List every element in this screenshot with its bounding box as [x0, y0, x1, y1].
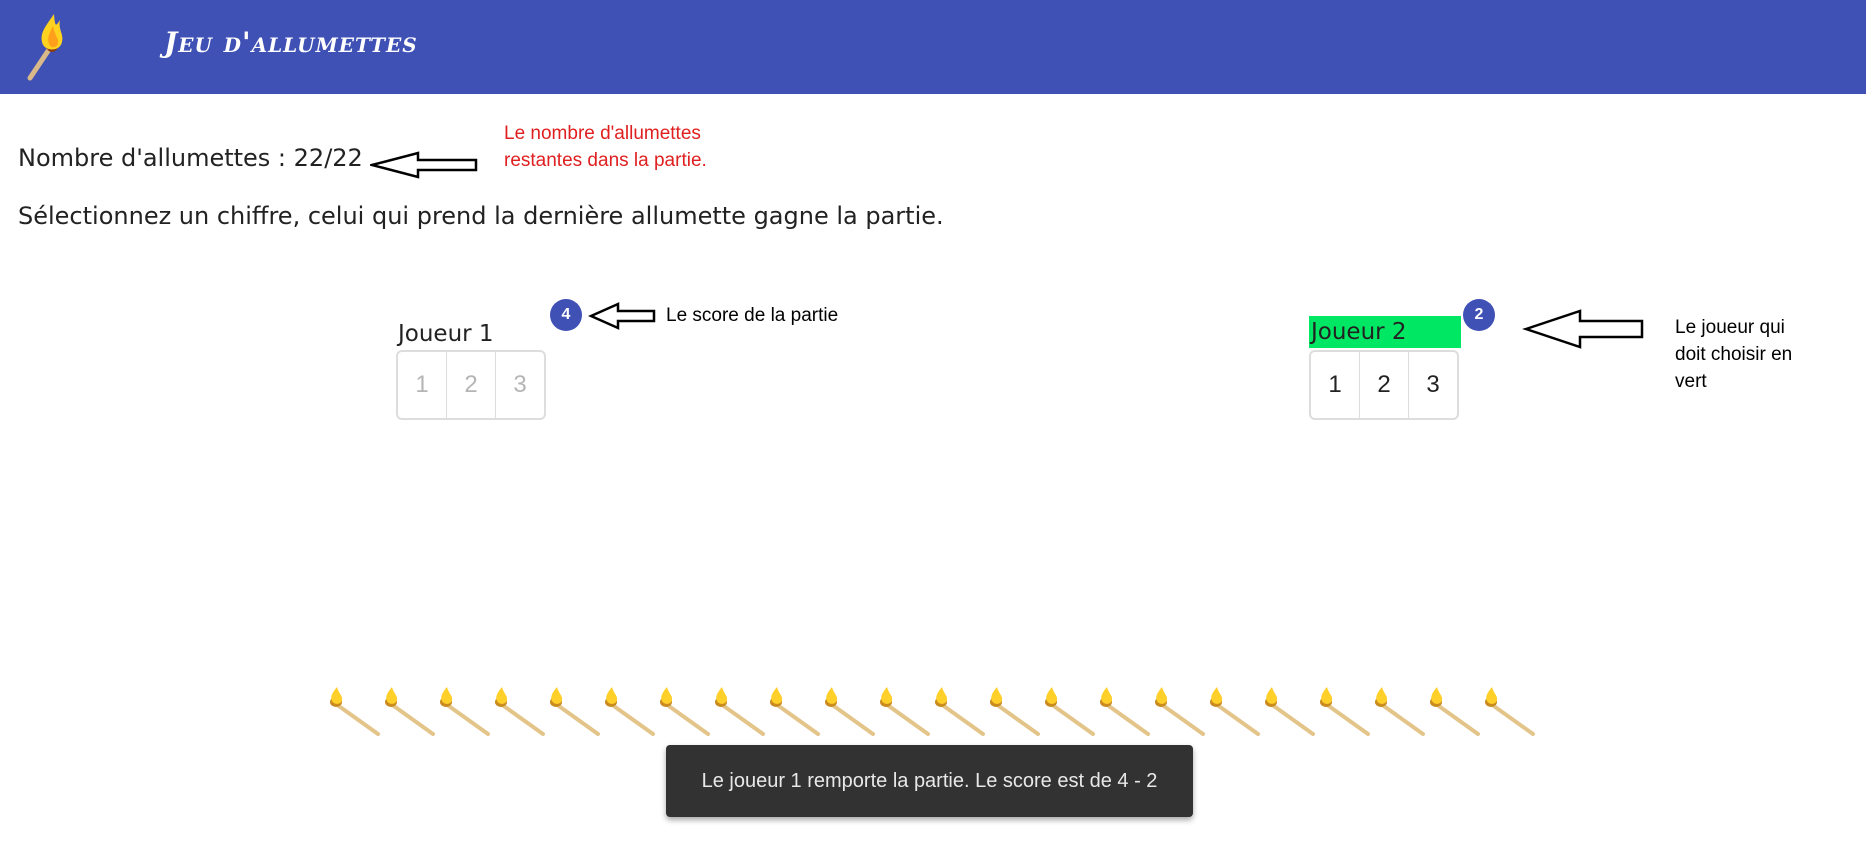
match-stick-icon — [660, 687, 710, 736]
player-1-choice-2: 2 — [447, 352, 496, 418]
player-2-choice-2[interactable]: 2 — [1360, 352, 1409, 418]
match-stick-icon — [440, 687, 490, 736]
match-stick-icon — [1485, 687, 1535, 736]
matches-remaining-count: Nombre d'allumettes : 22/22 — [18, 144, 363, 172]
annotation-score: Le score de la partie — [666, 305, 839, 326]
player-2-choice-group: 1 2 3 — [1309, 350, 1459, 420]
arrow-left-icon — [1522, 309, 1644, 349]
match-stick-icon — [1375, 687, 1425, 736]
match-stick-icon — [770, 687, 820, 736]
match-stick-icon — [495, 687, 545, 736]
app-title: Jeu d'allumettes — [164, 26, 418, 59]
match-stick-icon — [385, 687, 435, 736]
player-1-score-badge: 4 — [550, 299, 582, 331]
player-2-score-badge: 2 — [1463, 299, 1495, 331]
arrow-left-icon — [370, 151, 478, 179]
player-1-choice-group: 1 2 3 — [396, 350, 546, 420]
match-stick-icon — [330, 687, 380, 736]
match-stick-icon — [825, 687, 875, 736]
player-2-label: Joueur 2 — [1309, 316, 1461, 348]
match-stick-icon — [1265, 687, 1315, 736]
match-stick-icon — [935, 687, 985, 736]
match-stick-icon — [880, 687, 930, 736]
arrow-left-icon — [588, 302, 656, 330]
matches-row — [326, 686, 1546, 738]
burning-match-icon — [27, 14, 63, 81]
player-2-choice-1[interactable]: 1 — [1311, 352, 1360, 418]
game-result-snackbar: Le joueur 1 remporte la partie. Le score… — [666, 745, 1193, 817]
match-stick-icon — [1100, 687, 1150, 736]
app-toolbar: Jeu d'allumettes — [0, 0, 1866, 94]
annotation-remaining-matches: Le nombre d'allumettes restantes dans la… — [504, 123, 707, 171]
annotation-active-player: Le joueur qui doit choisir en vert — [1675, 317, 1793, 392]
match-stick-icon — [1155, 687, 1205, 736]
player-2-choice-3[interactable]: 3 — [1409, 352, 1457, 418]
match-stick-icon — [715, 687, 765, 736]
game-instructions: Sélectionnez un chiffre, celui qui prend… — [18, 202, 944, 230]
match-stick-icon — [1045, 687, 1095, 736]
match-stick-icon — [605, 687, 655, 736]
player-1-choice-3: 3 — [513, 371, 527, 398]
match-stick-icon — [1320, 687, 1370, 736]
player-1-choice-1: 1 — [398, 352, 447, 418]
match-stick-icon — [1210, 687, 1260, 736]
match-stick-icon — [1430, 687, 1480, 736]
player-1-label: Joueur 1 — [398, 321, 494, 347]
match-stick-icon — [550, 687, 600, 736]
match-stick-icon — [990, 687, 1040, 736]
